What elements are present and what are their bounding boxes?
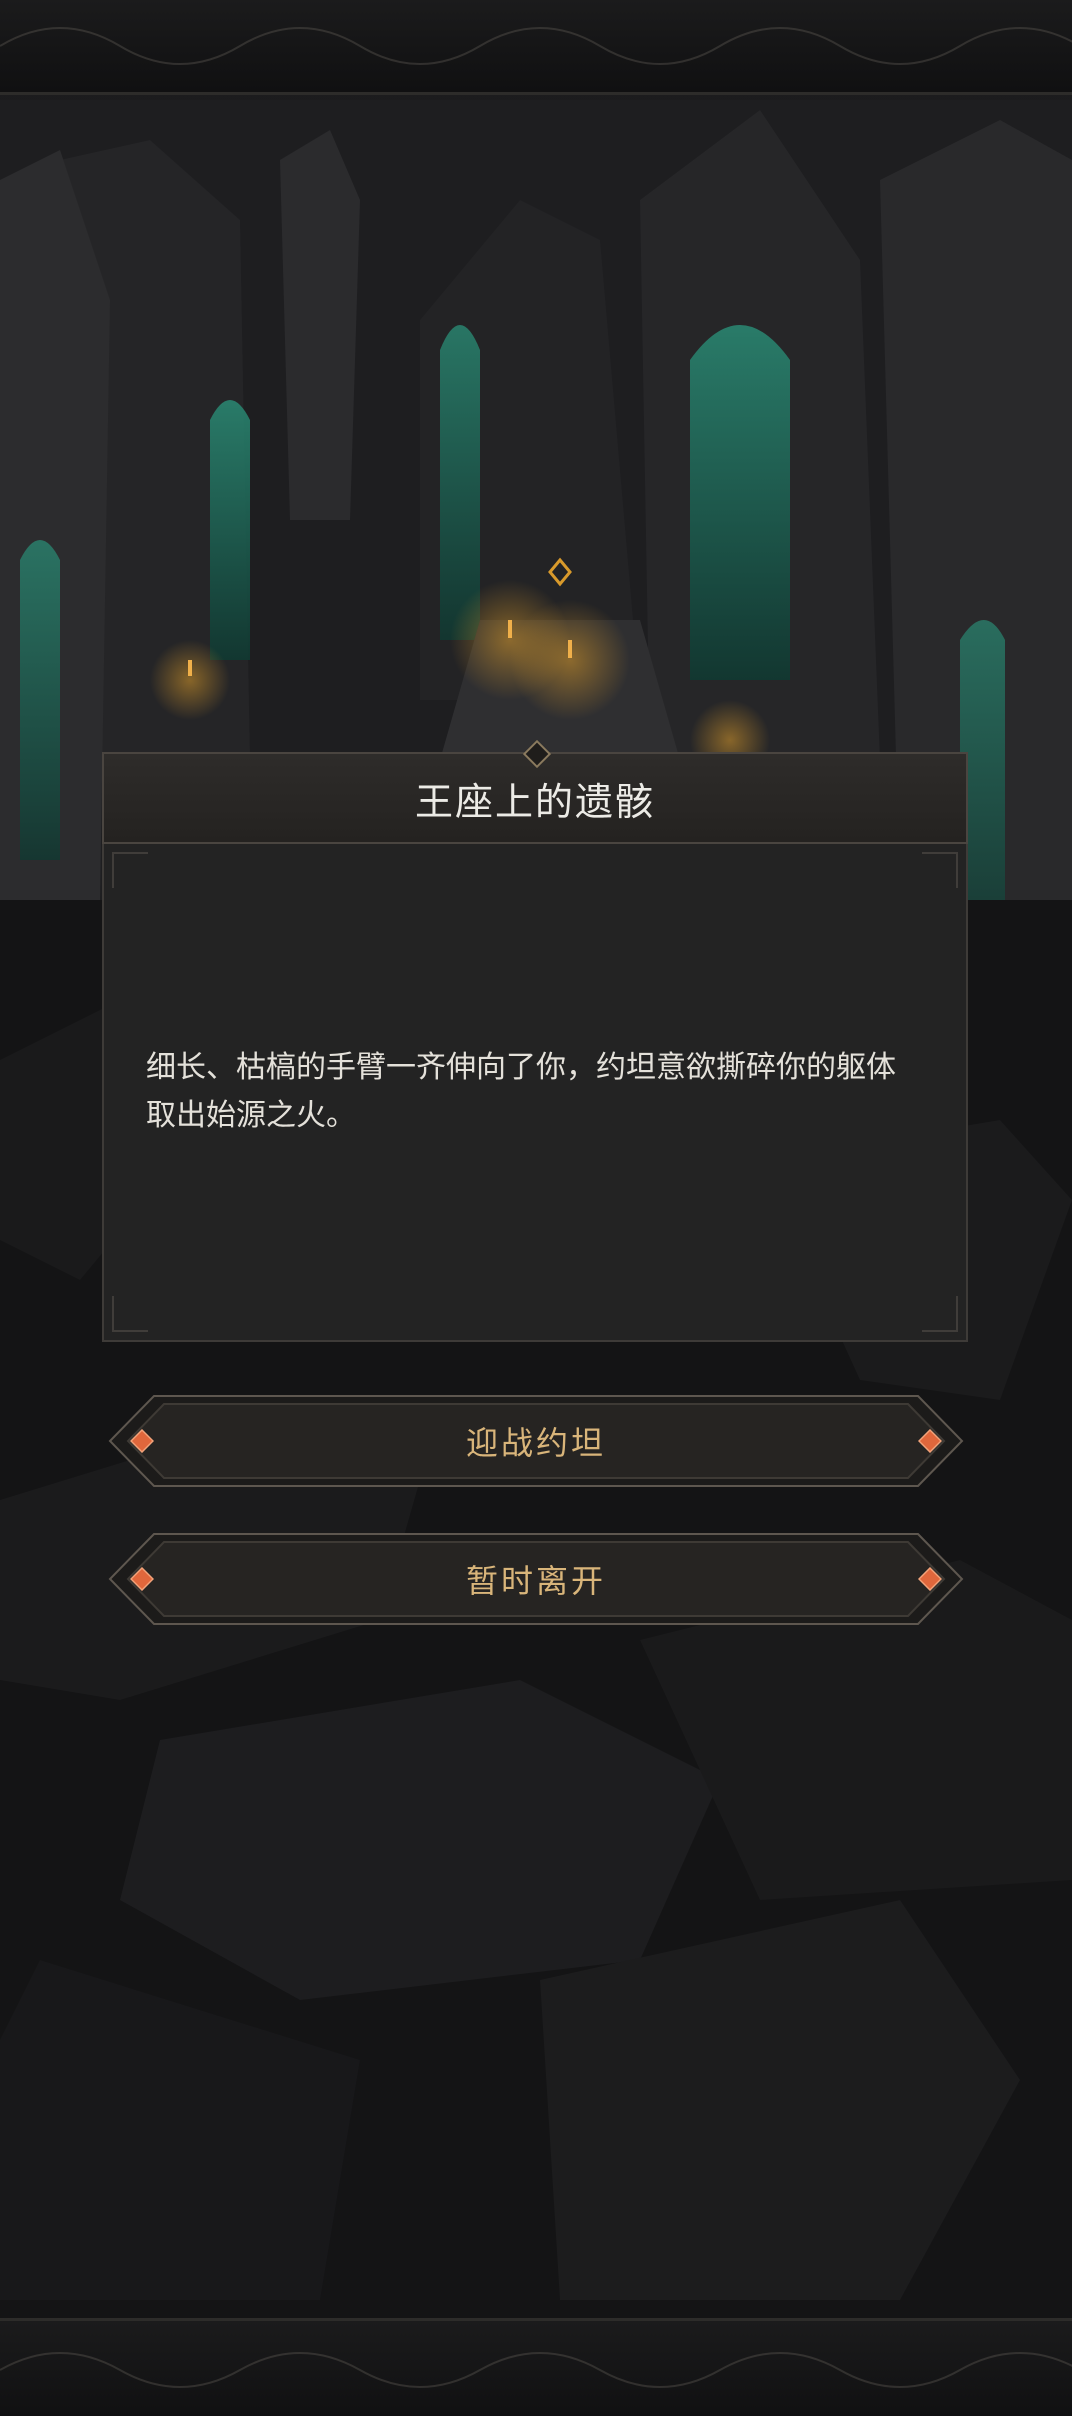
bottom-frame-border — [0, 2318, 1072, 2416]
event-dialog-body: 细长、枯槁的手臂一齐伸向了你，约坦意欲撕碎你的躯体取出始源之火。 — [102, 844, 968, 1342]
frame-ornament — [0, 27, 1072, 65]
game-screen: 王座上的遗骸 细长、枯槁的手臂一齐伸向了你，约坦意欲撕碎你的躯体取出始源之火。 … — [0, 0, 1072, 2416]
event-description: 细长、枯槁的手臂一齐伸向了你，约坦意欲撕碎你的躯体取出始源之火。 — [146, 1050, 896, 1133]
corner-ornament — [112, 1296, 148, 1332]
corner-ornament — [112, 852, 148, 888]
choice-button-fight[interactable]: 迎战约坦 — [108, 1394, 964, 1488]
top-frame-border — [0, 0, 1072, 95]
choice-button-leave[interactable]: 暂时离开 — [108, 1532, 964, 1626]
choice-label: 迎战约坦 — [465, 1424, 606, 1462]
frame-ornament — [0, 2352, 1072, 2388]
event-title: 王座上的遗骸 — [414, 779, 655, 824]
corner-ornament — [922, 1296, 958, 1332]
choice-label: 暂时离开 — [465, 1562, 606, 1600]
corner-ornament — [922, 852, 958, 888]
event-dialog: 王座上的遗骸 细长、枯槁的手臂一齐伸向了你，约坦意欲撕碎你的躯体取出始源之火。 — [102, 739, 968, 1342]
event-dialog-header: 王座上的遗骸 — [102, 739, 968, 844]
